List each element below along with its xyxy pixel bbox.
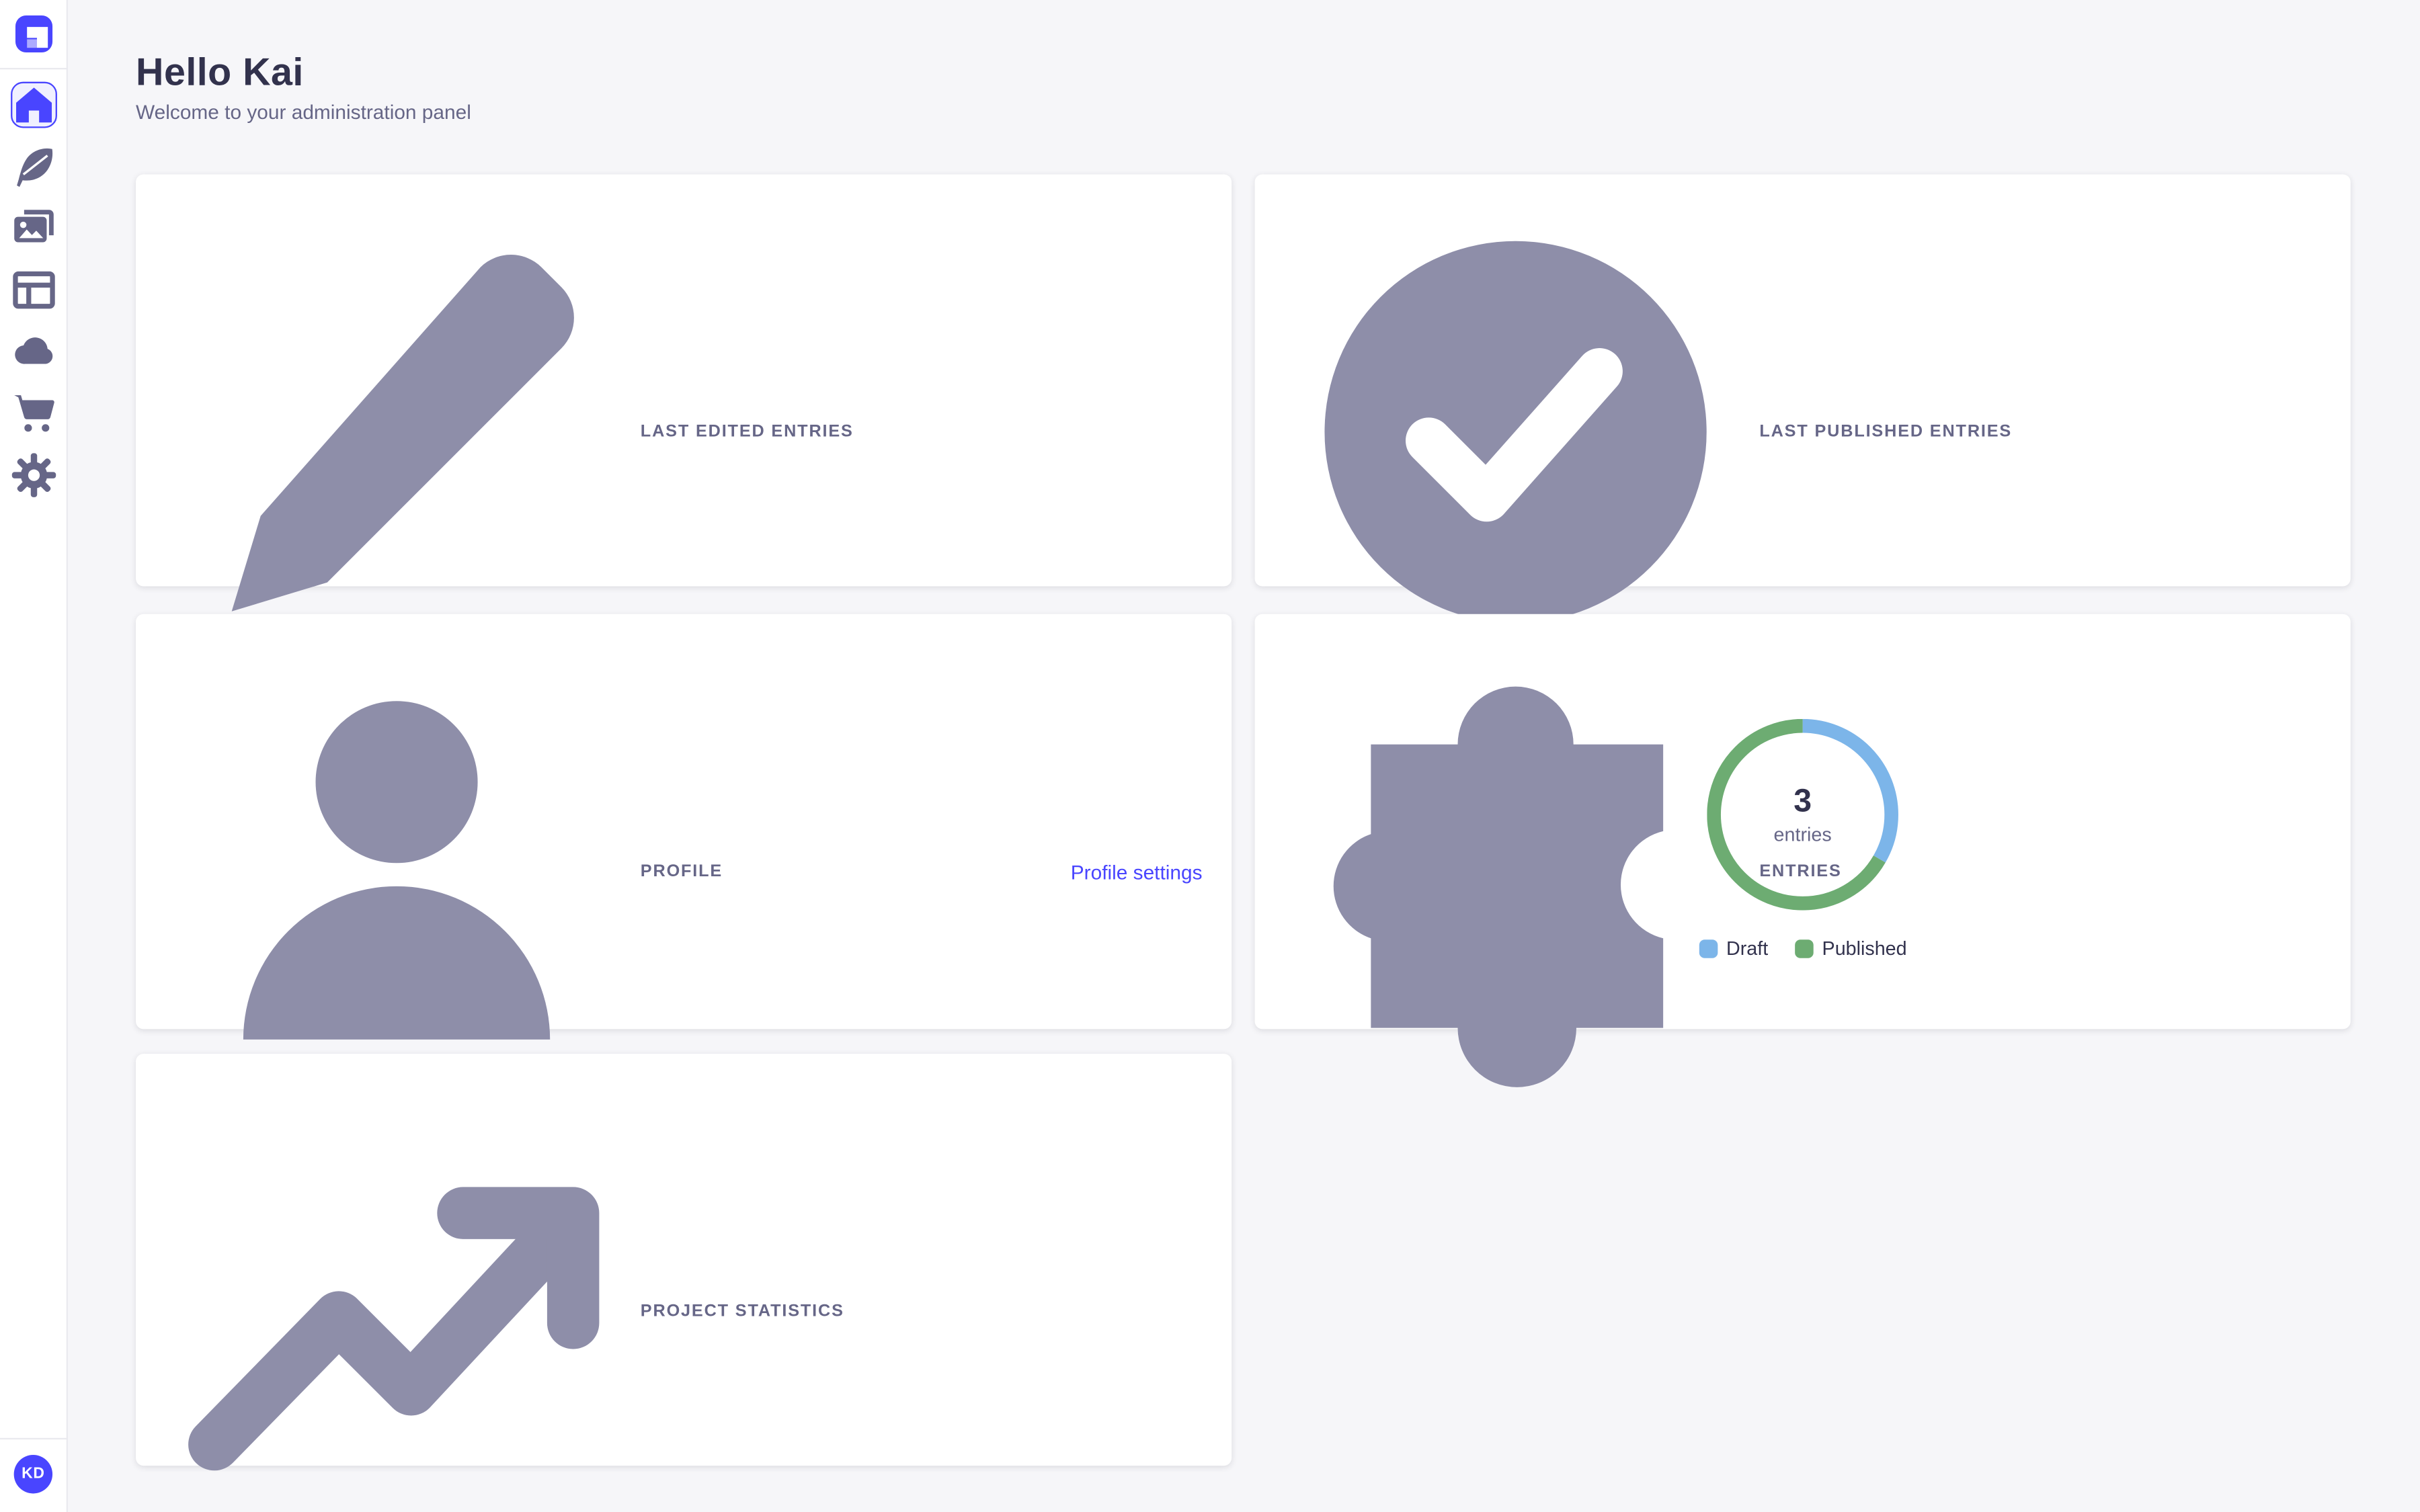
last-edited-entries-card: LAST EDITED ENTRIES A draft articleArtic… bbox=[136, 174, 1232, 586]
entries-card: ENTRIES 3 entries DraftPublished bbox=[1255, 614, 2351, 1030]
profile-settings-link[interactable]: Profile settings bbox=[1071, 860, 1203, 883]
strapi-admin-dashboard: KD Hello Kai Welcome to your administrat… bbox=[0, 0, 2420, 1512]
sidebar-item-content-type-builder[interactable] bbox=[10, 267, 56, 313]
project-statistics-card: PROJECT STATISTICS Entries3Assets0Conten… bbox=[136, 1054, 1232, 1466]
pictures-icon bbox=[10, 205, 56, 251]
cloud-icon bbox=[10, 329, 56, 375]
puzzle-icon bbox=[1284, 640, 1747, 1103]
legend-item: Published bbox=[1794, 938, 1906, 960]
sidebar-item-marketplace[interactable] bbox=[10, 390, 56, 437]
user-avatar[interactable]: KD bbox=[14, 1455, 52, 1493]
legend-swatch bbox=[1699, 939, 1718, 958]
cart-icon bbox=[10, 390, 56, 437]
main-content: Hello Kai Welcome to your administration… bbox=[68, 0, 2420, 1512]
sidebar-divider bbox=[0, 1438, 67, 1439]
donut-total-label: entries bbox=[1774, 824, 1832, 845]
user-icon bbox=[165, 640, 629, 1103]
page-subtitle: Welcome to your administration panel bbox=[136, 100, 471, 123]
card-title: PROFILE bbox=[641, 862, 723, 881]
legend-label: Published bbox=[1822, 938, 1907, 960]
trend-up-icon bbox=[165, 1080, 629, 1512]
last-published-entries-card: LAST PUBLISHED ENTRIES My first articleA… bbox=[1255, 174, 2351, 586]
strapi-logo-icon[interactable] bbox=[15, 15, 52, 52]
chart-legend: Draft Published bbox=[1255, 938, 2351, 960]
sidebar-nav bbox=[10, 82, 56, 499]
card-title: LAST PUBLISHED ENTRIES bbox=[1759, 423, 2012, 442]
profile-card: PROFILE Profile settings KD Kai Doe kai.… bbox=[136, 614, 1232, 1030]
legend-item: Draft bbox=[1699, 938, 1769, 960]
gear-icon bbox=[10, 452, 56, 499]
page-title: Hello Kai bbox=[136, 51, 304, 96]
sidebar-item-settings[interactable] bbox=[10, 452, 56, 499]
sidebar-item-home[interactable] bbox=[10, 82, 56, 128]
entries-donut-chart: 3 entries bbox=[1707, 719, 1898, 911]
pencil-icon bbox=[165, 200, 629, 663]
donut-total: 3 bbox=[1793, 784, 1812, 821]
sidebar-item-deploy[interactable] bbox=[10, 329, 56, 375]
legend-swatch bbox=[1794, 939, 1813, 958]
sidebar-divider bbox=[0, 68, 67, 69]
home-icon bbox=[11, 83, 54, 126]
card-title: PROJECT STATISTICS bbox=[641, 1302, 844, 1321]
sidebar: KD bbox=[0, 0, 68, 1512]
feather-icon bbox=[10, 144, 56, 190]
sidebar-item-content-manager[interactable] bbox=[10, 144, 56, 190]
sidebar-bottom: KD bbox=[0, 1438, 67, 1512]
legend-label: Draft bbox=[1726, 938, 1768, 960]
layout-icon bbox=[10, 267, 56, 313]
card-title: LAST EDITED ENTRIES bbox=[641, 423, 854, 442]
sidebar-item-media-library[interactable] bbox=[10, 205, 56, 251]
check-circle-icon bbox=[1284, 200, 1747, 663]
